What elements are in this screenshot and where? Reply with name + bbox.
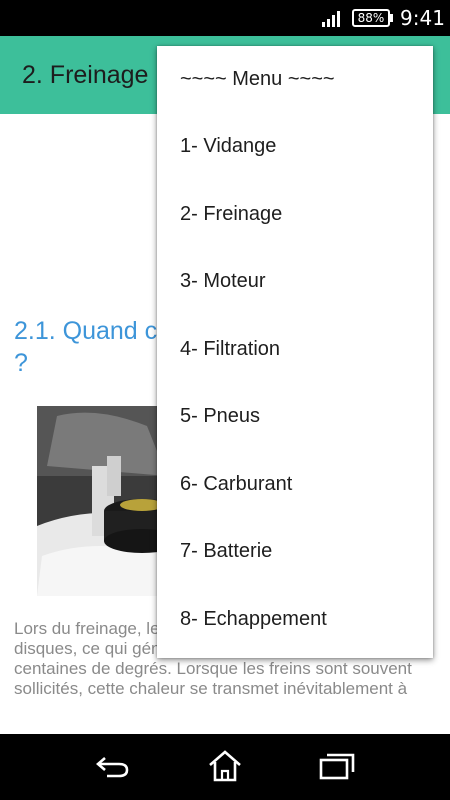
menu-item-label: 3- Moteur bbox=[180, 270, 266, 292]
menu-header[interactable]: ~~~~ Menu ~~~~ bbox=[157, 46, 433, 113]
menu-item-label: 7- Batterie bbox=[180, 540, 273, 562]
menu-header-label: ~~~~ Menu ~~~~ bbox=[180, 68, 335, 90]
battery-indicator: 88% bbox=[352, 9, 390, 27]
menu-item-pneus[interactable]: 5- Pneus bbox=[157, 383, 433, 450]
dropdown-menu: ~~~~ Menu ~~~~ 1- Vidange 2- Freinage 3-… bbox=[157, 46, 433, 658]
battery-tip bbox=[390, 14, 393, 22]
menu-item-label: 4- Filtration bbox=[180, 338, 281, 360]
page-title: 2. Freinage bbox=[22, 61, 149, 89]
back-icon[interactable] bbox=[93, 748, 133, 784]
navigation-bar bbox=[0, 734, 450, 800]
menu-item-vidange[interactable]: 1- Vidange bbox=[157, 113, 433, 180]
status-clock: 9:41 bbox=[400, 6, 445, 30]
menu-item-label: 1- Vidange bbox=[180, 135, 277, 157]
recent-apps-icon[interactable] bbox=[317, 748, 357, 784]
menu-item-filtration[interactable]: 4- Filtration bbox=[157, 316, 433, 383]
menu-item-echappement[interactable]: 8- Echappement bbox=[157, 586, 433, 653]
status-bar: 88% 9:41 bbox=[0, 0, 450, 36]
home-icon[interactable] bbox=[205, 748, 245, 784]
menu-item-label: 6- Carburant bbox=[180, 473, 293, 495]
menu-item-label: 5- Pneus bbox=[180, 405, 261, 427]
signal-bars-icon bbox=[322, 9, 344, 27]
menu-item-carburant[interactable]: 6- Carburant bbox=[157, 451, 433, 518]
menu-item-moteur[interactable]: 3- Moteur bbox=[157, 248, 433, 315]
menu-item-label: 2- Freinage bbox=[180, 203, 283, 225]
menu-item-batterie[interactable]: 7- Batterie bbox=[157, 518, 433, 585]
menu-item-label: 8- Echappement bbox=[180, 608, 327, 630]
menu-item-freinage[interactable]: 2- Freinage bbox=[157, 181, 433, 248]
